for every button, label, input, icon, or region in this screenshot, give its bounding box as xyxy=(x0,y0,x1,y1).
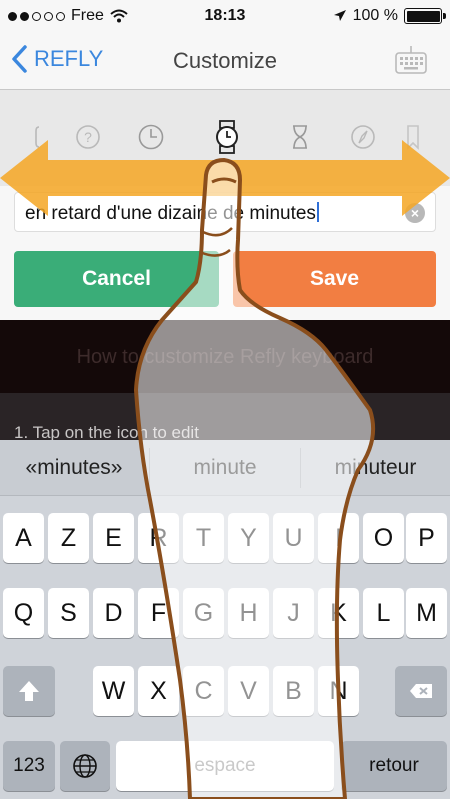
return-key[interactable]: retour xyxy=(341,741,447,791)
key-m[interactable]: M xyxy=(406,588,447,638)
save-button[interactable]: Save xyxy=(233,251,436,307)
globe-icon xyxy=(73,754,97,778)
key-z[interactable]: Z xyxy=(48,513,89,563)
globe-key[interactable] xyxy=(60,741,110,791)
key-j[interactable]: J xyxy=(273,588,314,638)
key-a[interactable]: A xyxy=(3,513,44,563)
key-s[interactable]: S xyxy=(48,588,89,638)
svg-text:?: ? xyxy=(84,129,92,145)
question-icon[interactable]: ? xyxy=(75,124,101,150)
numbers-key[interactable]: 123 xyxy=(3,741,55,791)
key-x[interactable]: X xyxy=(138,666,179,716)
key-d[interactable]: D xyxy=(93,588,134,638)
page-title: Customize xyxy=(173,48,277,73)
suggestion-1[interactable]: «minutes» xyxy=(0,440,148,496)
compass-icon[interactable] xyxy=(350,124,376,150)
key-g[interactable]: G xyxy=(183,588,224,638)
key-l[interactable]: L xyxy=(363,588,404,638)
key-n[interactable]: N xyxy=(318,666,359,716)
phrase-input[interactable]: en retard d'une dizaine de minutes × xyxy=(14,192,436,232)
key-e[interactable]: E xyxy=(93,513,134,563)
space-key[interactable]: espace xyxy=(116,741,334,791)
phone-icon[interactable] xyxy=(30,124,56,150)
key-y[interactable]: Y xyxy=(228,513,269,563)
battery-percent: 100 % xyxy=(352,7,398,24)
suggestion-2[interactable]: minute xyxy=(150,440,300,496)
suggestion-bar: «minutes» minute minuteur xyxy=(0,440,450,496)
phrase-input-value: en retard d'une dizaine de minutes xyxy=(25,202,319,225)
key-i[interactable]: I xyxy=(318,513,359,563)
icon-picker-strip: ? xyxy=(0,90,450,186)
key-t[interactable]: T xyxy=(183,513,224,563)
key-u[interactable]: U xyxy=(273,513,314,563)
clear-icon[interactable]: × xyxy=(405,203,425,223)
key-c[interactable]: C xyxy=(183,666,224,716)
key-r[interactable]: R xyxy=(138,513,179,563)
help-step-area: 1. Tap on the icon to edit xyxy=(0,393,450,442)
watch-icon[interactable] xyxy=(213,120,241,154)
keyboard: «minutes» minute minuteur A Z E R T Y U … xyxy=(0,440,450,799)
delete-key[interactable] xyxy=(395,666,447,716)
battery-icon xyxy=(404,8,446,24)
bookmark-icon[interactable] xyxy=(400,124,426,150)
key-h[interactable]: H xyxy=(228,588,269,638)
status-bar: Free 18:13 100 % xyxy=(0,0,450,32)
key-f[interactable]: F xyxy=(138,588,179,638)
key-v[interactable]: V xyxy=(228,666,269,716)
location-arrow-icon xyxy=(333,10,346,21)
key-p[interactable]: P xyxy=(406,513,447,563)
backspace-icon xyxy=(410,684,432,698)
help-heading: How to customize Refly keyboard xyxy=(76,346,374,368)
key-k[interactable]: K xyxy=(318,588,359,638)
phrase-input-text: en retard d'une dizaine de minutes xyxy=(25,203,316,224)
status-right: 100 % xyxy=(333,7,446,25)
suggestion-3[interactable]: minuteur xyxy=(301,440,450,496)
key-b[interactable]: B xyxy=(273,666,314,716)
shift-arrow-icon xyxy=(19,681,39,701)
shift-key[interactable] xyxy=(3,666,55,716)
key-o[interactable]: O xyxy=(363,513,404,563)
text-caret xyxy=(316,202,319,222)
clock-icon[interactable] xyxy=(138,124,164,150)
keyboard-icon[interactable] xyxy=(394,44,428,78)
hourglass-icon[interactable] xyxy=(287,124,313,150)
cancel-button[interactable]: Cancel xyxy=(14,251,219,307)
key-w[interactable]: W xyxy=(93,666,134,716)
navigation-bar: REFLY Customize xyxy=(0,32,450,90)
key-q[interactable]: Q xyxy=(3,588,44,638)
